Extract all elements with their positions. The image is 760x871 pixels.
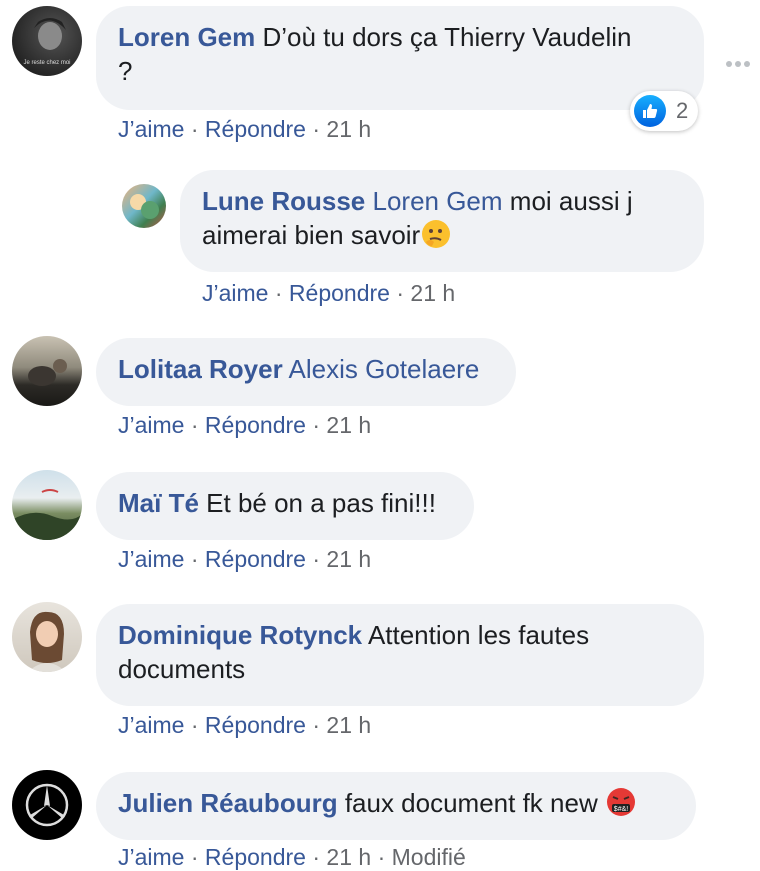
avatar-child-icon xyxy=(28,611,66,672)
avatar-painting-icon xyxy=(130,194,159,219)
avatar-caption: Je reste chez moi xyxy=(23,60,70,66)
separator: · xyxy=(312,412,321,438)
comment-text: Et bé on a pas fini!!! xyxy=(206,488,436,518)
separator: · xyxy=(312,116,321,142)
avatar-photo-icon xyxy=(28,359,67,386)
comment-text: Attention les fautes xyxy=(367,620,590,650)
avatar-portrait-icon: Je reste chez moi xyxy=(23,18,71,66)
timestamp[interactable]: 21 h xyxy=(326,546,371,572)
comment-author[interactable]: Maï Té xyxy=(118,488,199,518)
comment-text: documents xyxy=(118,654,246,684)
like-reaction-icon xyxy=(634,95,666,127)
comment-text: aimerai bien savoir xyxy=(202,220,421,250)
reaction-count: 2 xyxy=(676,98,689,123)
like-link[interactable]: J’aime xyxy=(118,712,184,738)
comment-bubble: Dominique Rotynck Attention les fautes d… xyxy=(96,604,704,706)
comment-author[interactable]: Loren Gem xyxy=(118,22,255,52)
like-link[interactable]: J’aime xyxy=(202,280,268,306)
comment-text: ? xyxy=(118,56,133,86)
comment-author[interactable]: Julien Réaubourg xyxy=(118,788,338,818)
reply-link[interactable]: Répondre xyxy=(289,280,390,306)
reply-link[interactable]: Répondre xyxy=(205,412,306,438)
avatar[interactable] xyxy=(12,770,82,840)
comment-text: faux document fk new xyxy=(344,788,598,818)
mention-link[interactable]: Alexis Gotelaere xyxy=(289,354,480,384)
paraglider-landscape-icon xyxy=(12,489,82,540)
avatar[interactable] xyxy=(12,470,82,540)
like-link[interactable]: J’aime xyxy=(118,844,184,870)
comment-bubble: Maï Té Et bé on a pas fini!!! xyxy=(96,472,474,540)
comment-text: D’où tu dors ça Thierry Vaudelin xyxy=(262,22,632,52)
reply-link[interactable]: Répondre xyxy=(205,546,306,572)
timestamp[interactable]: 21 h xyxy=(326,116,371,142)
separator: · xyxy=(274,280,283,306)
comment-bubble: Lune Rousse Loren Gem moi aussi j aimera… xyxy=(180,170,704,272)
comment-bubble: Loren Gem D’où tu dors ça Thierry Vaudel… xyxy=(96,6,704,110)
separator: · xyxy=(312,712,321,738)
separator: · xyxy=(190,116,199,142)
comment-actions: J’aime · Répondre · 21 h xyxy=(118,712,371,739)
timestamp[interactable]: 21 h xyxy=(326,412,371,438)
timestamp[interactable]: 21 h xyxy=(410,280,455,306)
face-with-symbols-icon: $#&! xyxy=(605,786,637,826)
timestamp[interactable]: 21 h xyxy=(326,844,371,870)
like-link[interactable]: J’aime xyxy=(118,412,184,438)
mercedes-logo-icon xyxy=(25,783,69,827)
avatar[interactable] xyxy=(12,336,82,406)
separator: · xyxy=(312,844,321,870)
separator: · xyxy=(190,712,199,738)
comment-text: moi aussi j xyxy=(509,186,633,216)
comment-bubble: Julien Réaubourg faux document fk new $#… xyxy=(96,772,696,840)
comment-actions: J’aime · Répondre · 21 h xyxy=(118,412,371,439)
separator: · xyxy=(312,546,321,572)
comment-actions: J’aime · Répondre · 21 h xyxy=(118,116,371,143)
reply-link[interactable]: Répondre xyxy=(205,712,306,738)
comment-author[interactable]: Lune Rousse xyxy=(202,186,365,216)
separator: · xyxy=(190,412,199,438)
more-options-icon[interactable] xyxy=(726,54,753,72)
comment-actions: J’aime · Répondre · 21 h xyxy=(202,280,455,307)
reply-link[interactable]: Répondre xyxy=(205,116,306,142)
edited-label[interactable]: Modifié xyxy=(392,844,466,870)
comment-author[interactable]: Lolitaa Royer xyxy=(118,354,283,384)
avatar[interactable]: Je reste chez moi xyxy=(12,6,82,76)
avatar[interactable] xyxy=(12,602,82,672)
thinking-face-icon xyxy=(420,218,452,258)
svg-text:$#&!: $#&! xyxy=(614,806,628,813)
separator: · xyxy=(377,844,386,870)
mention-link[interactable]: Loren Gem xyxy=(372,186,502,216)
separator: · xyxy=(190,546,199,572)
reply-link[interactable]: Répondre xyxy=(205,844,306,870)
avatar[interactable] xyxy=(122,184,166,228)
comment-actions: J’aime · Répondre · 21 h · Modifié xyxy=(118,844,466,871)
comment-bubble: Lolitaa Royer Alexis Gotelaere xyxy=(96,338,516,406)
separator: · xyxy=(396,280,405,306)
like-link[interactable]: J’aime xyxy=(118,116,184,142)
comment-author[interactable]: Dominique Rotynck xyxy=(118,620,362,650)
reaction-badge[interactable]: 2 xyxy=(630,91,698,131)
separator: · xyxy=(190,844,199,870)
comment-actions: J’aime · Répondre · 21 h xyxy=(118,546,371,573)
timestamp[interactable]: 21 h xyxy=(326,712,371,738)
like-link[interactable]: J’aime xyxy=(118,546,184,572)
